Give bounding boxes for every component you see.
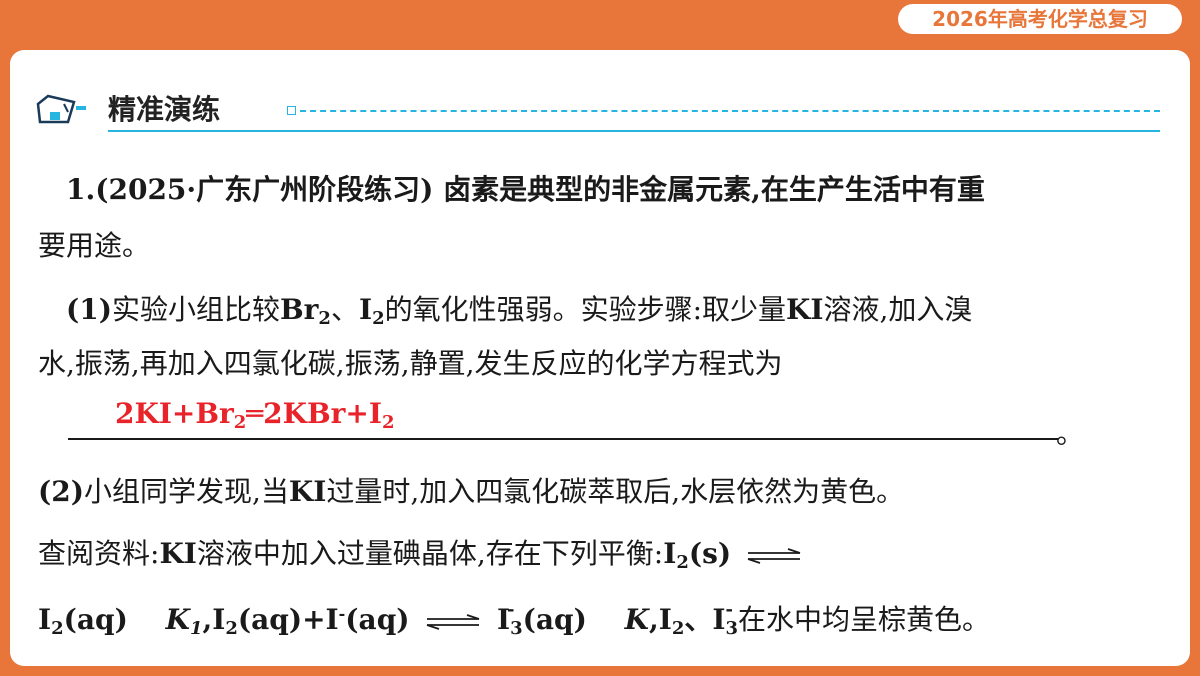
reference-label: 查阅资料: [38,537,160,570]
k1-symbol: K1 [165,603,203,639]
content-card: 精准演练 1.(2025·广东广州阶段练习) 卤素是典型的非金属元素,在生产生活… [10,50,1190,666]
solid-divider [108,130,1160,132]
ki-formula-2: KI [288,475,327,508]
answer-blank-line [68,438,1058,440]
part2-line: (2)小组同学发现,当KI过量时,加入四氯化碳萃取后,水层依然为黄色。 [38,474,904,510]
k-symbol: K [624,603,649,636]
ki-formula-3: KI [159,537,197,570]
answer-equation: 2KI+Br2═2KBr+I2 [115,397,395,433]
reference-text: 溶液中加入过量碘晶体,存在下列平衡: [196,537,664,570]
part2-text-a: 小组同学发现,当 [83,475,289,508]
reference-line: 查阅资料:KI溶液中加入过量碘晶体,存在下列平衡:I2(s) [38,536,808,572]
title-marker [287,106,296,115]
part1-text-b: 的氧化性强弱。实验步骤:取少量 [384,293,787,326]
equilibrium-line: I2(aq) K1,I2(aq)+I-(aq) I -3(aq) K,I2、I -3… [38,599,991,639]
presentation-board-icon [36,94,86,124]
i2-formula: I2 [358,293,385,329]
part2-text-b: 过量时,加入四氯化碳萃取后,水层依然为黄色。 [326,475,905,508]
triiodide-ion: I-3 [497,599,523,639]
dun-mark: 、 [330,293,359,326]
part1-label: (1) [66,293,112,326]
question-intro-line1: 1.(2025·广东广州阶段练习) 卤素是典型的非金属元素,在生产生活中有重 [66,173,985,206]
ki-formula: KI [786,293,824,326]
section-header: 精准演练 [34,90,1160,134]
part1-text-a: 实验小组比较 [111,293,280,326]
i2-solid: I2(s) [663,537,732,573]
final-text: 在水中均呈棕黄色。 [738,603,991,636]
br2-formula: Br2 [280,293,331,329]
course-badge: 2026年高考化学总复习 [898,4,1182,34]
i2-aq: I2(aq) [38,603,128,639]
equilibrium-arrows-icon-2 [426,613,480,630]
part2-label: (2) [38,475,84,508]
part1-line1: (1)实验小组比较Br2、I2的氧化性强弱。实验步骤:取少量KI溶液,加入溴 [66,292,972,328]
part1-text-c: 溶液,加入溴 [823,293,973,326]
dashed-divider [300,110,1160,112]
section-title: 精准演练 [108,93,221,126]
answer-period: 。 [1056,417,1085,450]
equilibrium-arrows-icon [747,547,801,564]
question-intro-line2: 要用途。 [38,229,151,262]
part1-line2: 水,振荡,再加入四氯化碳,振荡,静置,发生反应的化学方程式为 [38,347,783,380]
